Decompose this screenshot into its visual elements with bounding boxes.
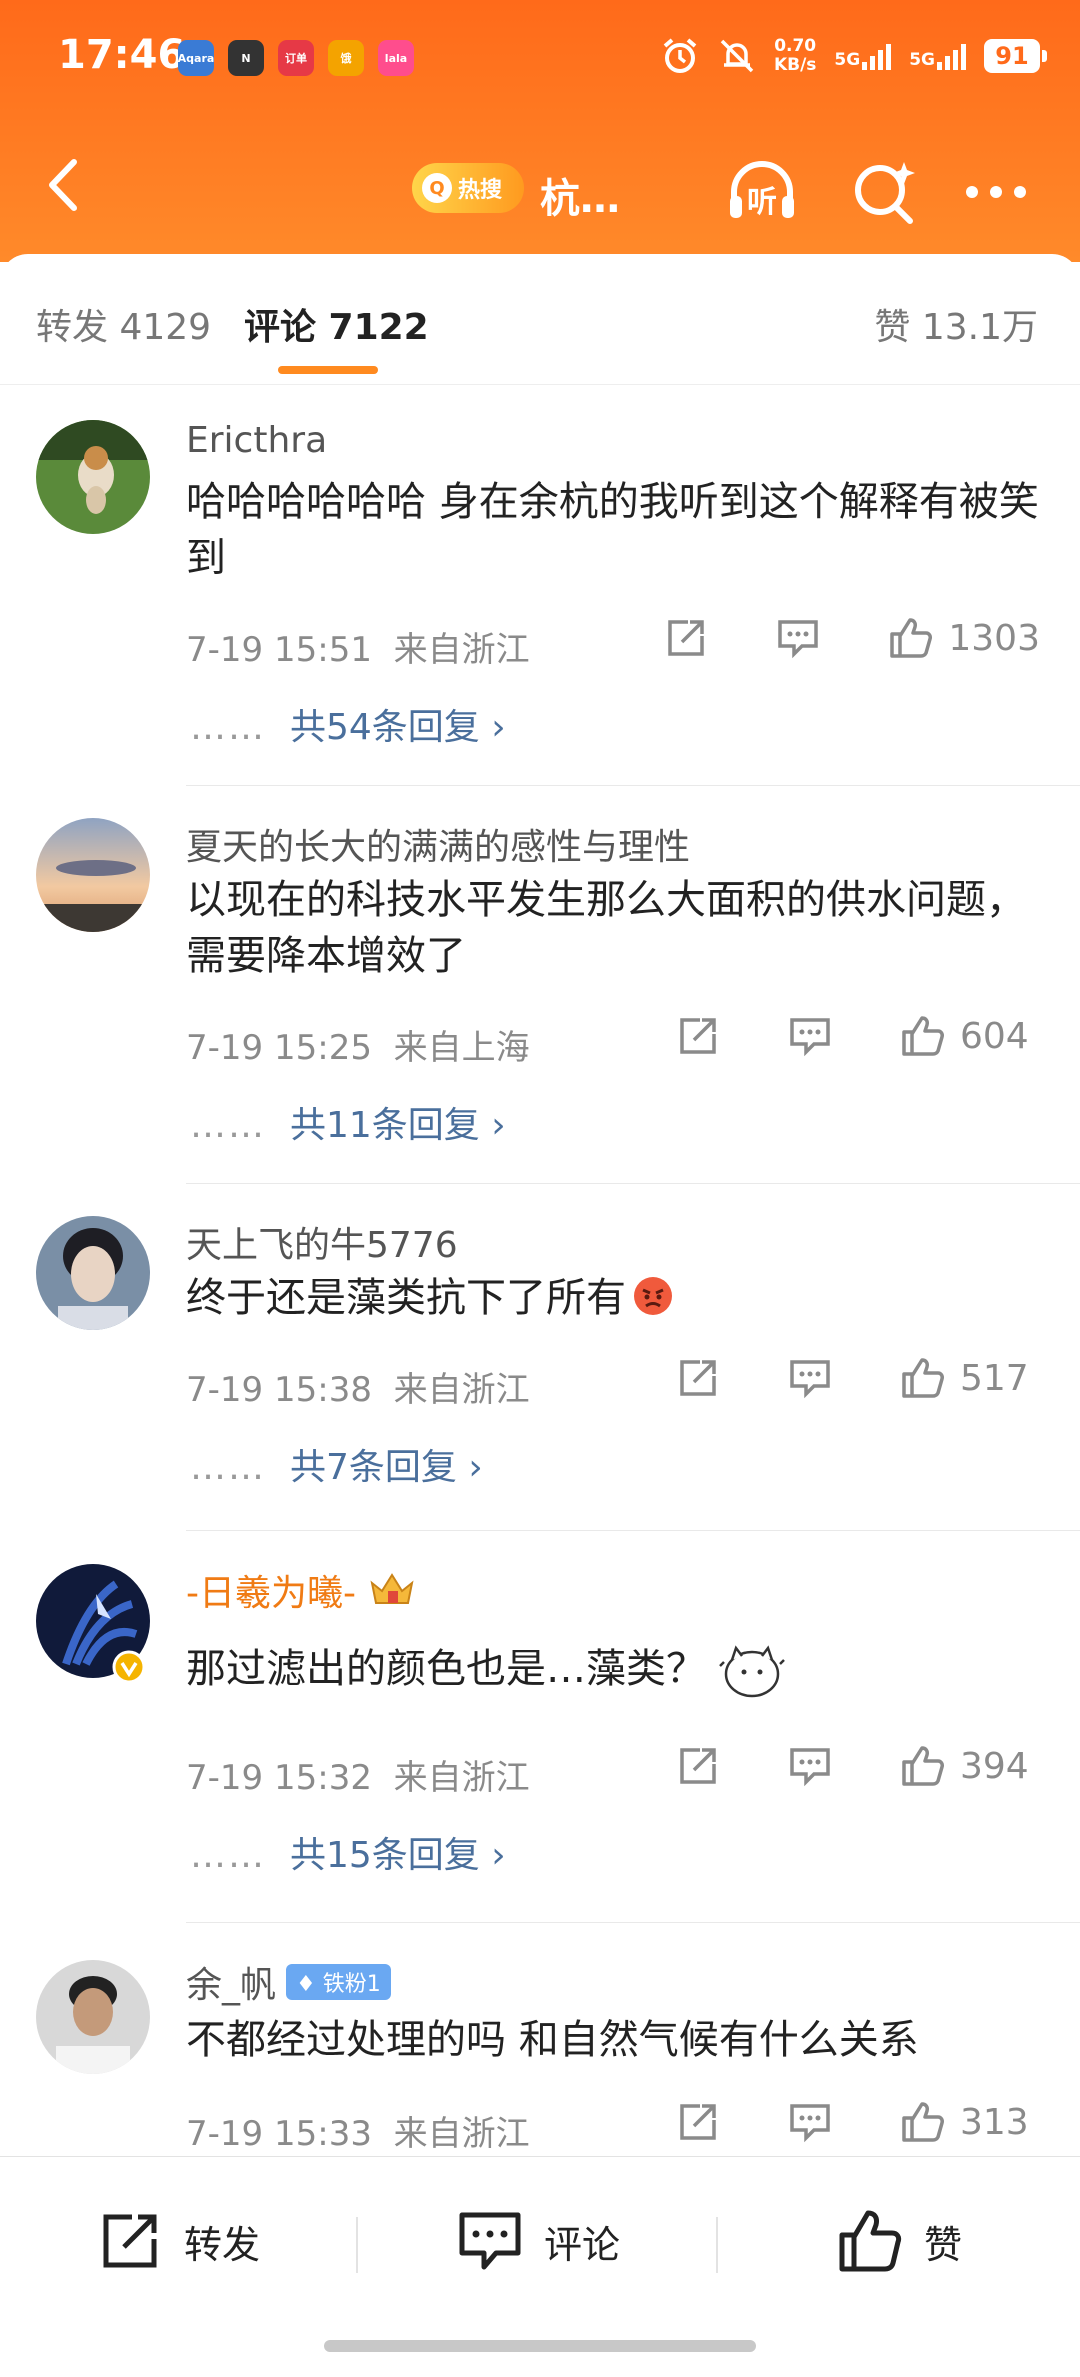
battery-indicator: 91 bbox=[984, 39, 1047, 73]
comment-text: 那过滤出的颜色也是…藻类？ bbox=[186, 1636, 1046, 1702]
status-bar: 17:46 Aqara N 订单 饿 lala 0.70 KB/s 5G 5G … bbox=[0, 0, 1080, 120]
share-icon[interactable] bbox=[674, 1742, 722, 1790]
reply-icon[interactable] bbox=[786, 1742, 834, 1790]
like-icon[interactable] bbox=[898, 2098, 946, 2146]
divider bbox=[186, 785, 1080, 786]
comment-username[interactable]: 余_帆 ♦ 铁粉1 bbox=[186, 1956, 391, 2008]
comment-meta: 7-19 15:25 来自上海 bbox=[186, 1028, 530, 1068]
comment-username[interactable]: -日羲为曦- bbox=[186, 1564, 416, 1616]
hot-search-badge[interactable]: Q 热搜 bbox=[412, 163, 524, 213]
like-button[interactable]: 赞 bbox=[836, 2207, 962, 2275]
divider bbox=[186, 1922, 1080, 1923]
comment-actions: 604 bbox=[674, 1012, 1040, 1060]
reply-icon[interactable] bbox=[786, 1012, 834, 1060]
svg-text:听: 听 bbox=[747, 185, 777, 220]
share-icon[interactable] bbox=[662, 614, 710, 662]
repost-button[interactable]: 转发 bbox=[96, 2207, 260, 2275]
order-app-icon: 订单 bbox=[278, 40, 314, 76]
comment-username[interactable]: Ericthra bbox=[186, 420, 327, 461]
reply-icon[interactable] bbox=[774, 614, 822, 662]
home-indicator[interactable] bbox=[324, 2340, 756, 2352]
verified-badge-icon bbox=[112, 1650, 146, 1684]
divider bbox=[186, 1183, 1080, 1184]
cat-sticker-icon bbox=[719, 1645, 785, 1698]
tab-likes[interactable]: 赞 13.1万 bbox=[874, 298, 1038, 350]
active-tab-indicator bbox=[278, 366, 378, 374]
like-icon[interactable] bbox=[886, 614, 934, 662]
network-speed: 0.70 KB/s bbox=[773, 36, 817, 75]
avatar[interactable] bbox=[36, 1960, 150, 2074]
separator bbox=[356, 2217, 358, 2273]
share-icon[interactable] bbox=[674, 2098, 722, 2146]
repost-icon bbox=[103, 2214, 157, 2268]
tab-repost[interactable]: 转发 4129 bbox=[36, 298, 211, 350]
comment-username[interactable]: 夏天的长大的满满的感性与理性 bbox=[186, 818, 690, 870]
system-icons: 0.70 KB/s 5G 5G 91 bbox=[660, 36, 1047, 76]
app-header: 17:46 Aqara N 订单 饿 lala 0.70 KB/s 5G 5G … bbox=[0, 0, 1080, 262]
like-count: 313 bbox=[960, 2101, 1029, 2143]
avatar[interactable] bbox=[36, 818, 150, 932]
alarm-icon bbox=[663, 38, 697, 73]
comment-button[interactable]: 评论 bbox=[456, 2207, 620, 2275]
comment-text: 以现在的科技水平发生那么大面积的供水问题，需要降本增效了 bbox=[186, 877, 1026, 979]
like-icon[interactable] bbox=[898, 1012, 946, 1060]
lala-app-icon: lala bbox=[378, 40, 414, 76]
crown-badge-icon bbox=[370, 1573, 414, 1604]
page-title[interactable]: 杭… bbox=[540, 166, 620, 224]
comment-meta: 7-19 15:51 来自浙江 bbox=[186, 630, 530, 670]
comment-text: 终于还是藻类抗下了所有 bbox=[186, 1270, 1046, 1326]
notification-icons: Aqara N 订单 饿 lala bbox=[178, 40, 414, 76]
back-button[interactable] bbox=[34, 150, 94, 220]
view-replies-link[interactable]: …… 共11条回复 › bbox=[190, 1096, 506, 1148]
reply-icon[interactable] bbox=[786, 2098, 834, 2146]
view-replies-link[interactable]: …… 共7条回复 › bbox=[190, 1438, 483, 1490]
share-icon[interactable] bbox=[674, 1012, 722, 1060]
separator bbox=[716, 2217, 718, 2273]
sim2-signal-icon: 5G bbox=[909, 42, 966, 70]
top-nav-bar: Q 热搜 杭… 听 bbox=[0, 140, 1080, 240]
clock: 17:46 bbox=[58, 32, 186, 78]
like-count: 394 bbox=[960, 1745, 1029, 1787]
reply-icon[interactable] bbox=[786, 1354, 834, 1402]
view-replies-link[interactable]: …… 共54条回复 › bbox=[190, 698, 506, 750]
like-count: 1303 bbox=[948, 617, 1040, 659]
fan-badge: ♦ 铁粉1 bbox=[286, 1964, 391, 2000]
angry-emoji-icon bbox=[634, 1277, 672, 1315]
comment-meta: 7-19 15:38 来自浙江 bbox=[186, 1370, 530, 1410]
listen-headphones-icon[interactable]: 听 bbox=[724, 154, 800, 230]
eleme-app-icon: 饿 bbox=[328, 40, 364, 76]
divider bbox=[186, 1530, 1080, 1531]
comment-actions: 1303 bbox=[662, 614, 1040, 662]
avatar[interactable] bbox=[36, 1216, 150, 1330]
search-icon[interactable] bbox=[846, 154, 922, 230]
thumbs-up-icon bbox=[839, 2210, 902, 2272]
avatar[interactable] bbox=[36, 420, 150, 534]
comment-text: 哈哈哈哈哈哈 身在余杭的我听到这个解释有被笑到 bbox=[186, 479, 1039, 581]
like-count: 517 bbox=[960, 1357, 1029, 1399]
like-icon[interactable] bbox=[898, 1742, 946, 1790]
tab-bar: 转发 4129 评论 7122 赞 13.1万 bbox=[0, 254, 1080, 385]
comment-username[interactable]: 天上飞的牛5776 bbox=[186, 1216, 458, 1268]
comment-meta: 7-19 15:32 来自浙江 bbox=[186, 1758, 530, 1798]
mute-bell-icon bbox=[720, 39, 754, 73]
search-icon: Q bbox=[422, 173, 452, 203]
more-options-icon[interactable] bbox=[958, 154, 1034, 230]
comment-icon bbox=[459, 2212, 521, 2270]
n-app-icon: N bbox=[228, 40, 264, 76]
share-icon[interactable] bbox=[674, 1354, 722, 1402]
comment-actions: 313 bbox=[674, 2098, 1040, 2146]
like-icon[interactable] bbox=[898, 1354, 946, 1402]
sim1-signal-icon: 5G bbox=[834, 42, 892, 70]
like-count: 604 bbox=[960, 1015, 1029, 1057]
comment-meta: 7-19 15:33 来自浙江 bbox=[186, 2114, 530, 2154]
tab-comments[interactable]: 评论 7122 bbox=[244, 298, 429, 350]
comment-actions: 394 bbox=[674, 1742, 1040, 1790]
aqara-app-icon: Aqara bbox=[178, 40, 214, 76]
view-replies-link[interactable]: …… 共15条回复 › bbox=[190, 1826, 506, 1878]
comment-actions: 517 bbox=[674, 1354, 1040, 1402]
comment-text: 不都经过处理的吗 和自然气候有什么关系 bbox=[186, 2017, 919, 2063]
